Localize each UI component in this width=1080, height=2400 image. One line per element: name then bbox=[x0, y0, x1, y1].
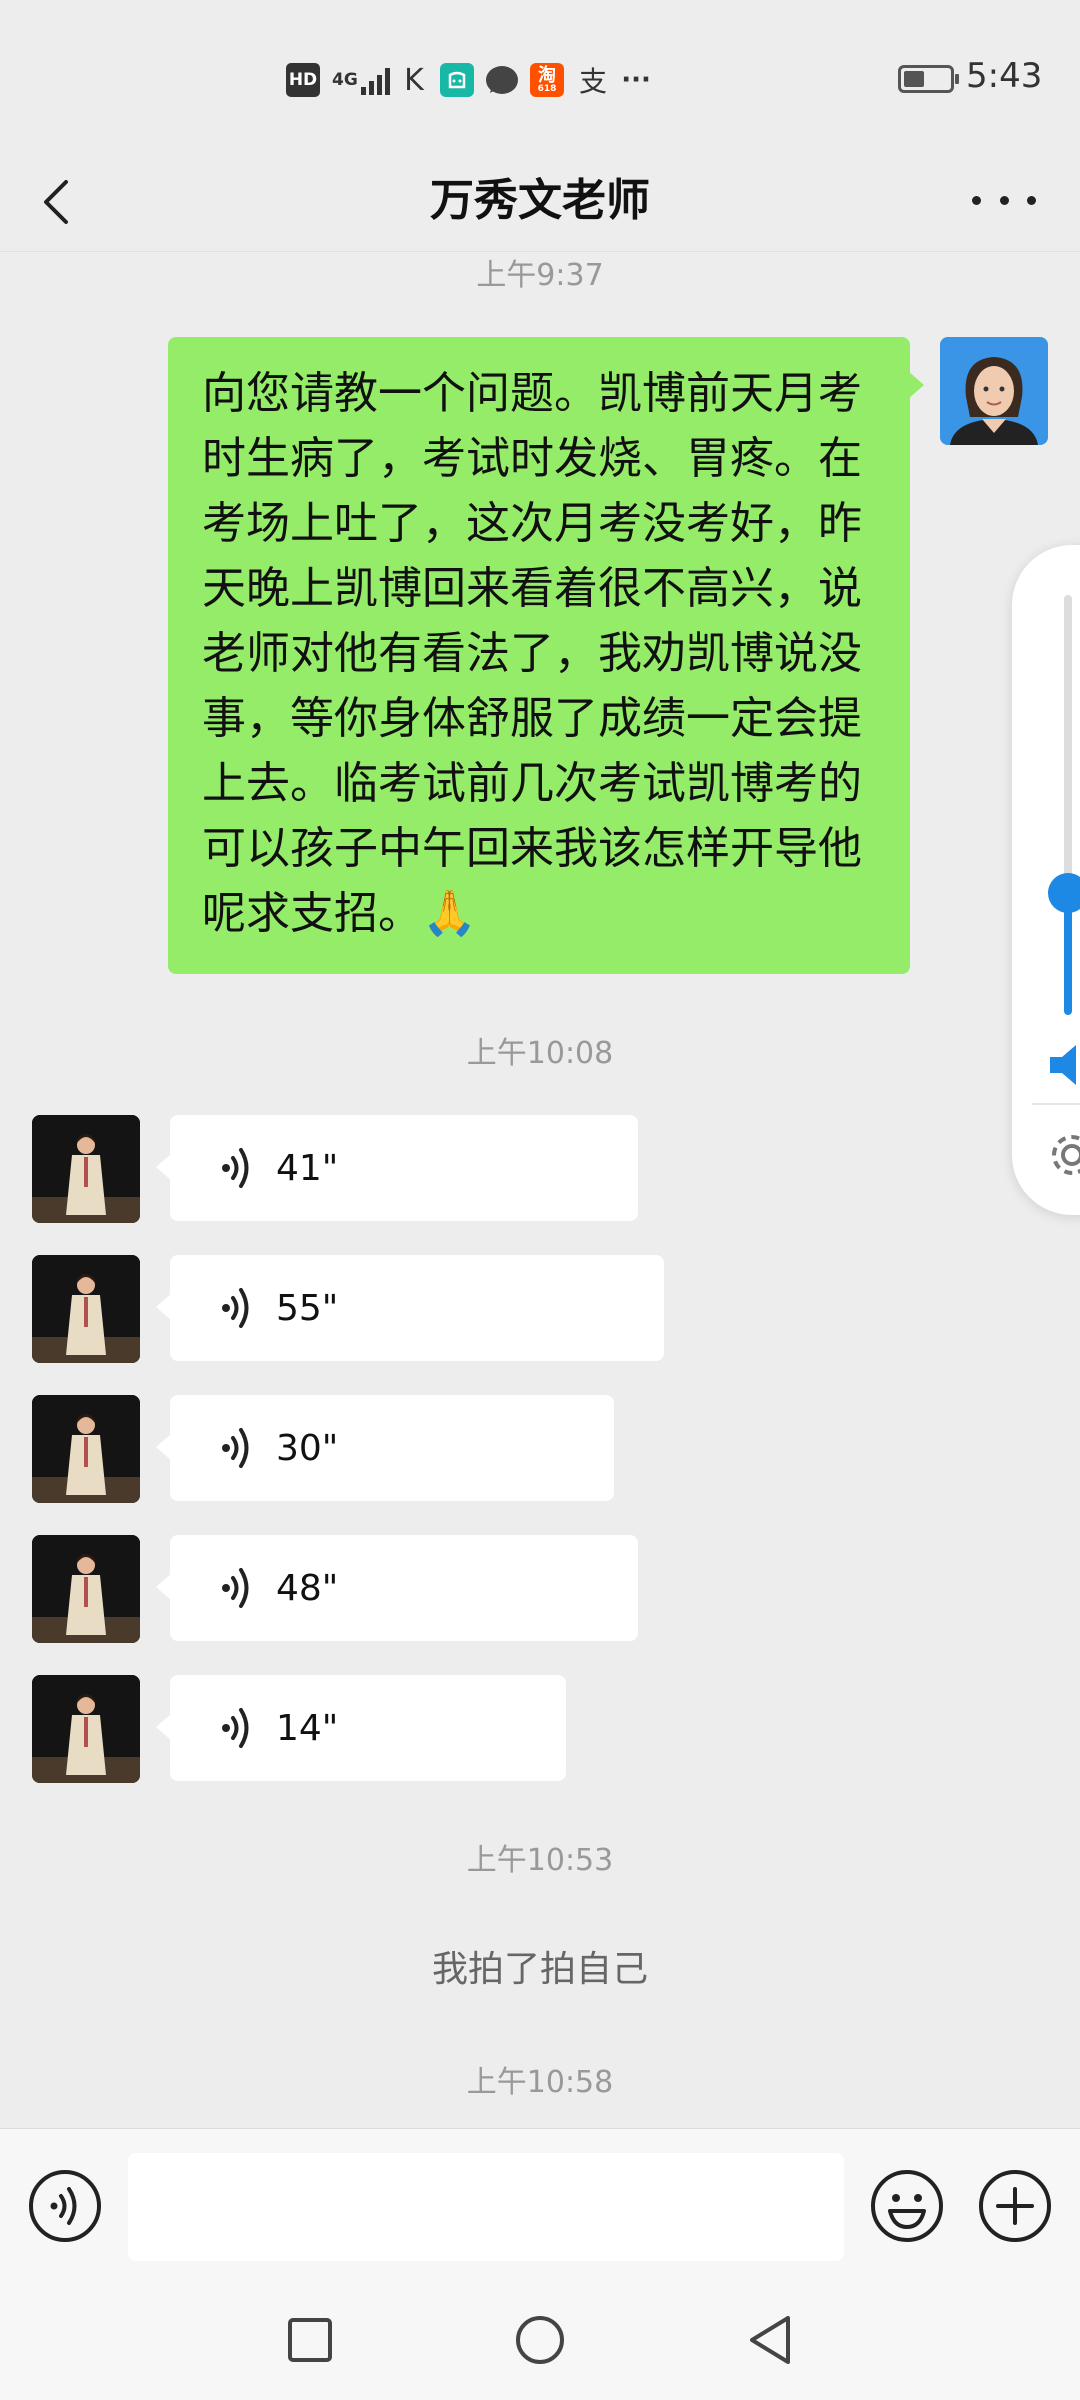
status-bar: HD 4G K 淘 618 支 ··· 5:43 bbox=[0, 0, 1080, 150]
voice-play-icon bbox=[222, 1568, 249, 1608]
teacher-avatar[interactable] bbox=[32, 1255, 140, 1363]
voice-message-bubble[interactable]: 55" bbox=[156, 1255, 664, 1361]
volume-slider-thumb[interactable] bbox=[1048, 873, 1080, 913]
alipay-icon: 支 bbox=[578, 65, 607, 98]
voice-message-bubble[interactable]: 41" bbox=[156, 1115, 638, 1221]
my-avatar[interactable] bbox=[940, 337, 1048, 445]
voice-duration: 48" bbox=[276, 1567, 339, 1609]
taobao-icon: 淘 618 bbox=[530, 63, 564, 97]
more-dots-icon bbox=[972, 195, 981, 205]
teacher-avatar[interactable] bbox=[32, 1675, 140, 1783]
message-icon bbox=[486, 66, 518, 94]
pray-emoji: 🙏 bbox=[422, 888, 477, 939]
timestamp: 上午10:58 bbox=[466, 2065, 614, 2100]
teacher-avatar[interactable] bbox=[32, 1115, 140, 1223]
speaker-icon[interactable] bbox=[1048, 1035, 1080, 1095]
voice-play-icon bbox=[222, 1148, 249, 1188]
voice-input-icon bbox=[29, 2170, 101, 2242]
triangle-back-icon bbox=[750, 2316, 790, 2364]
voice-duration: 41" bbox=[276, 1147, 339, 1189]
teacher-avatar[interactable] bbox=[32, 1395, 140, 1503]
chevron-left-icon bbox=[44, 180, 68, 224]
network-type-label: 4G bbox=[332, 70, 358, 90]
more-functions-button[interactable] bbox=[978, 2169, 1052, 2243]
volume-slider[interactable] bbox=[1064, 595, 1072, 1015]
status-time: 5:43 bbox=[966, 56, 1043, 96]
circle-icon bbox=[516, 2316, 564, 2364]
chat-header: 万秀文老师 bbox=[0, 150, 1080, 252]
page-title: 万秀文老师 bbox=[430, 175, 650, 226]
nav-back-button[interactable] bbox=[740, 2310, 800, 2370]
more-notifications-icon: ··· bbox=[621, 65, 651, 95]
input-bar bbox=[0, 2128, 1080, 2280]
battery-icon bbox=[898, 65, 959, 93]
sent-message-bubble[interactable]: 向您请教一个问题。凯博前天月考时生病了，考试时发烧、胃疼。在考场上吐了，这次月考… bbox=[168, 337, 924, 974]
volume-panel bbox=[1012, 545, 1080, 1215]
square-icon bbox=[288, 2318, 332, 2362]
teacher-avatar[interactable] bbox=[32, 1535, 140, 1643]
timestamp: 上午10:08 bbox=[466, 1036, 614, 1071]
plus-icon bbox=[979, 2170, 1051, 2242]
chat-screen: HD 4G K 淘 618 支 ··· 5:43 万秀文老师 上午9:37 向您… bbox=[0, 0, 1080, 2400]
message-input[interactable] bbox=[128, 2153, 844, 2261]
home-button[interactable] bbox=[510, 2310, 570, 2370]
mi-app-icon bbox=[440, 63, 474, 97]
voice-message-bubble[interactable]: 14" bbox=[156, 1675, 566, 1781]
k-app-icon: K bbox=[404, 62, 424, 98]
timestamp: 上午9:37 bbox=[476, 258, 604, 293]
emoji-button[interactable] bbox=[870, 2169, 944, 2243]
voice-duration: 14" bbox=[276, 1707, 339, 1749]
recents-button[interactable] bbox=[280, 2310, 340, 2370]
voice-message-bubble[interactable]: 48" bbox=[156, 1535, 638, 1641]
voice-message-bubble[interactable]: 30" bbox=[156, 1395, 614, 1501]
system-navigation-bar bbox=[0, 2280, 1080, 2400]
timestamp: 上午10:53 bbox=[466, 1843, 614, 1878]
emoji-icon bbox=[871, 2170, 943, 2242]
notification-icons: HD 4G K 淘 618 支 ··· bbox=[286, 58, 651, 102]
voice-duration: 30" bbox=[276, 1427, 339, 1469]
voice-input-button[interactable] bbox=[28, 2169, 102, 2243]
hd-icon: HD bbox=[286, 63, 320, 97]
gear-icon[interactable] bbox=[1042, 1125, 1080, 1185]
voice-duration: 55" bbox=[276, 1287, 339, 1329]
sent-message-text: 向您请教一个问题。凯博前天月考时生病了，考试时发烧、胃疼。在考场上吐了，这次月考… bbox=[202, 368, 862, 939]
voice-play-icon bbox=[222, 1288, 249, 1328]
voice-play-icon bbox=[222, 1428, 249, 1468]
back-button[interactable] bbox=[30, 172, 90, 232]
more-button[interactable] bbox=[972, 180, 1036, 220]
voice-play-icon bbox=[222, 1708, 249, 1748]
pat-system-message: 我拍了拍自己 bbox=[431, 1949, 648, 1990]
signal-icon: 4G bbox=[332, 63, 390, 97]
